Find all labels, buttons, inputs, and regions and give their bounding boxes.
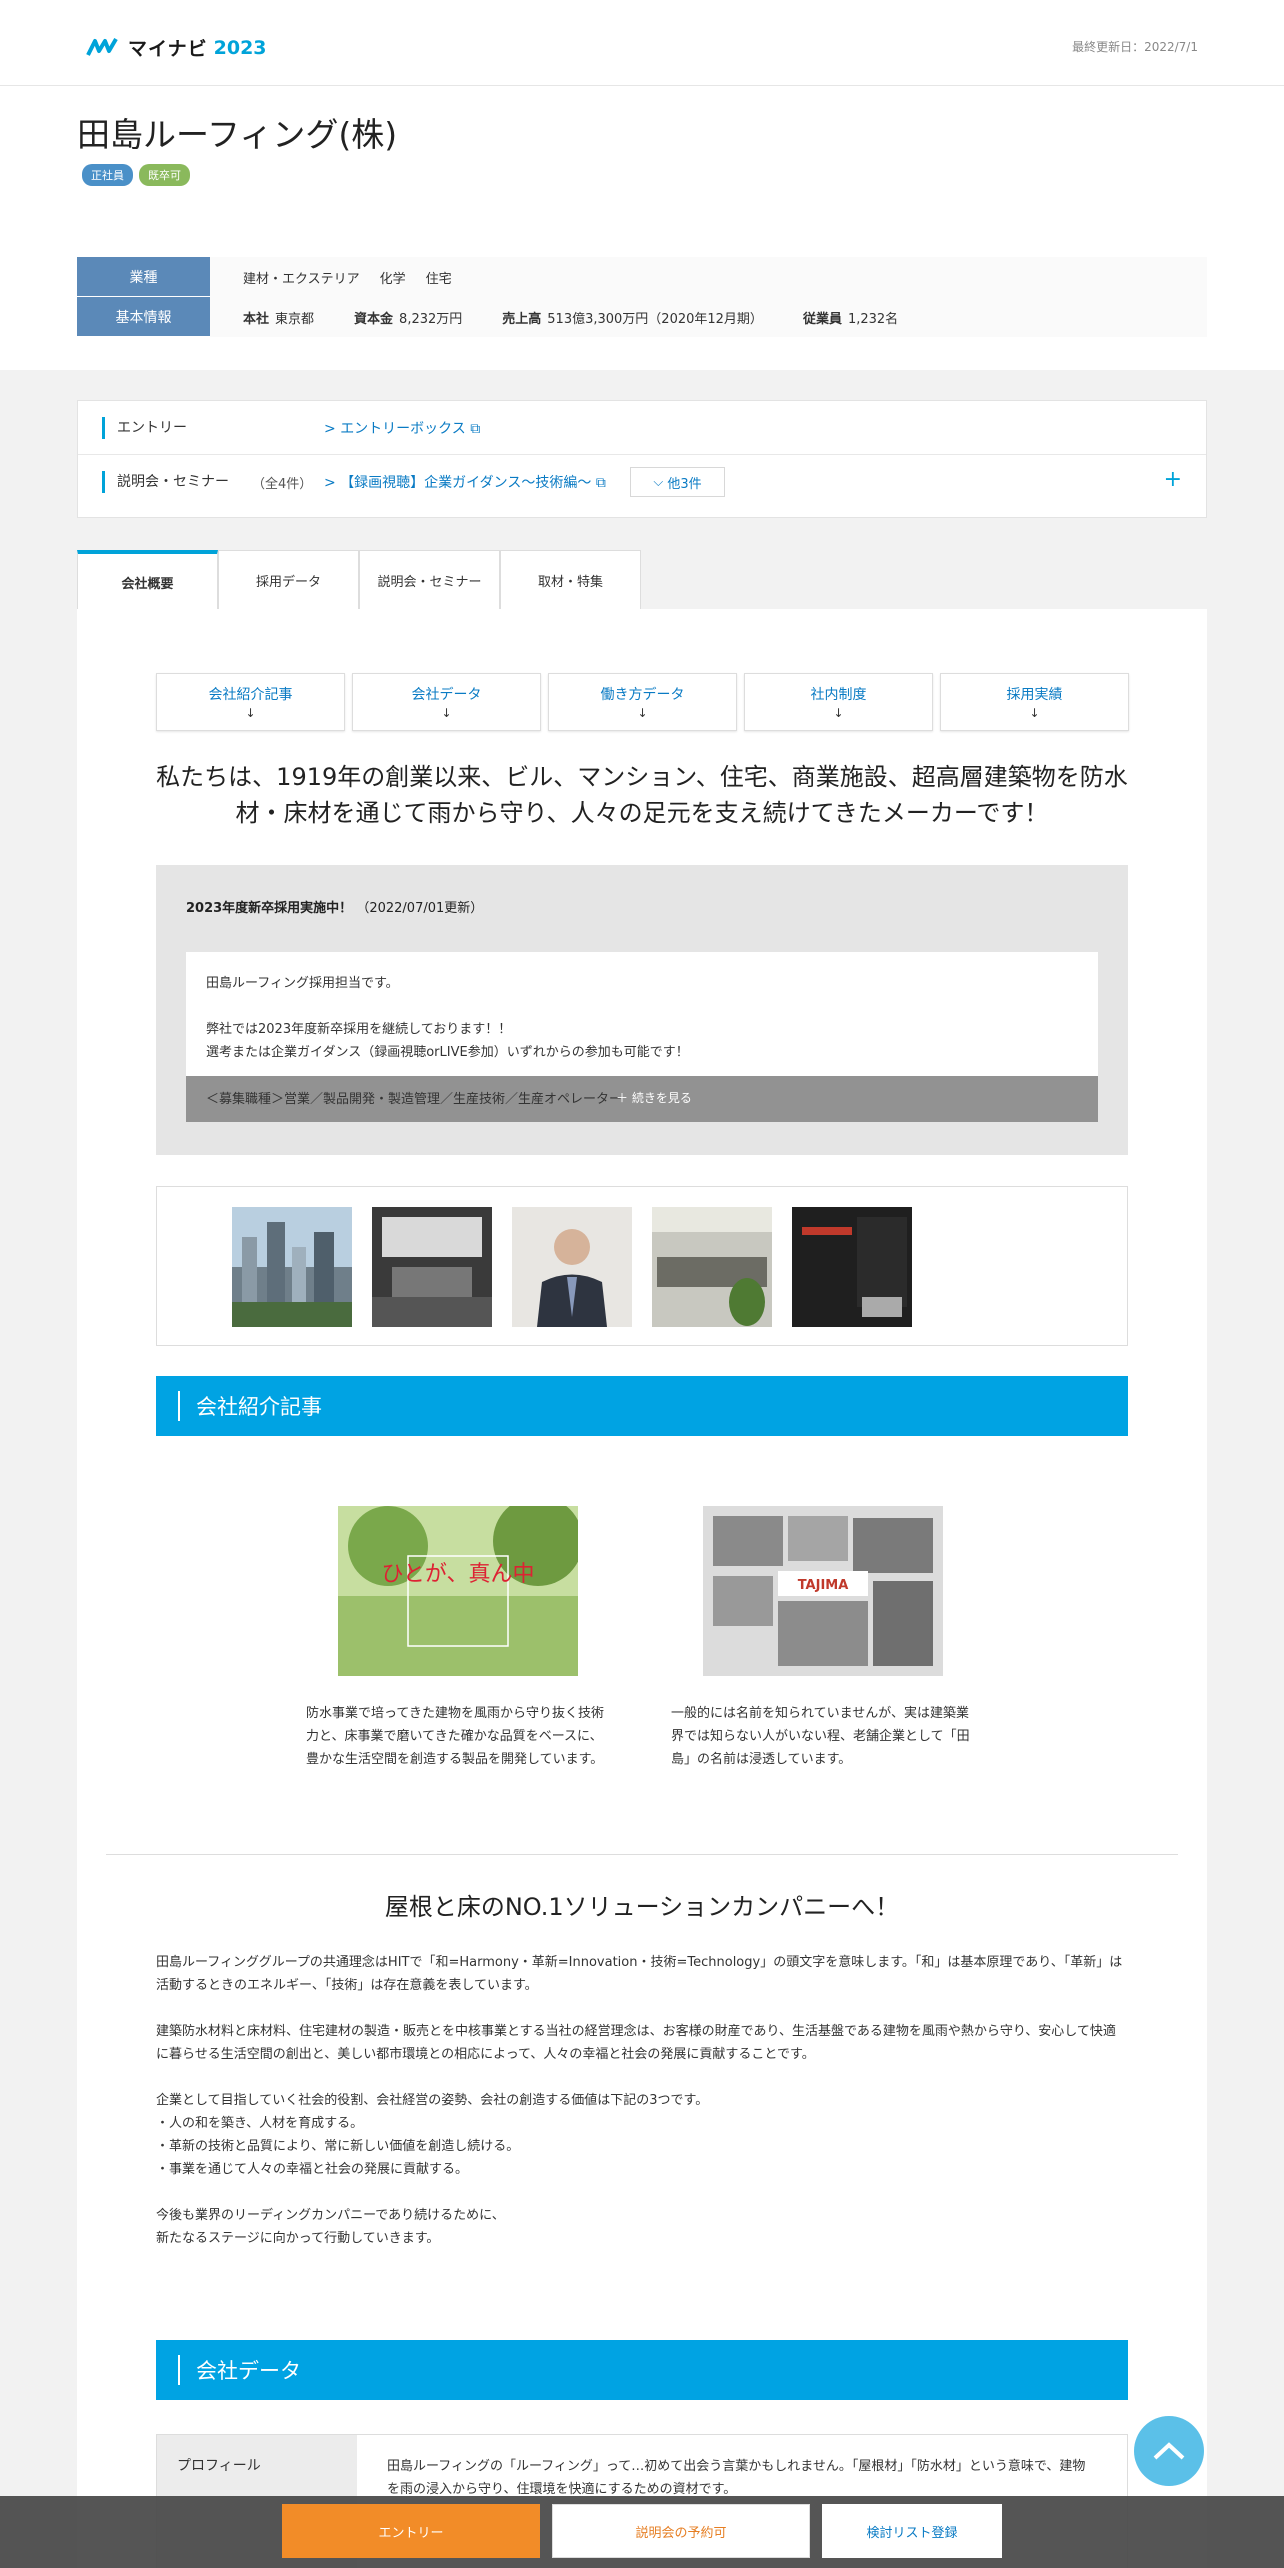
photo-gallery	[156, 1186, 1128, 1346]
logo-text: マイナビ	[128, 38, 208, 60]
company-info-table: 業種 建材・エクステリア 化学 住宅 基本情報 本社 東京都 資本金 8,232万円…	[77, 257, 1207, 337]
tab-seminars[interactable]: 説明会・セミナー	[359, 550, 500, 610]
seminar-link[interactable]: > 【録画視聴】企業ガイダンス～技術編～ ⧉	[324, 472, 606, 492]
tajima-booth-photo[interactable]	[792, 1207, 912, 1327]
industry-value: 化学	[379, 271, 406, 287]
entry-button[interactable]: エントリー	[282, 2504, 540, 2558]
tab-recruitment-data[interactable]: 採用データ	[218, 550, 359, 610]
employees-info: 従業員 1,232名	[802, 311, 899, 327]
article-text-1: 防水事業で培ってきた建物を風雨から守り抜く技術力と、床事業で磨いてきた確かな品質…	[306, 1706, 604, 1767]
intro-article-2[interactable]: TAJIMA 一般的には名前を知られていませんが、実は建築業界では知らない人がい…	[671, 1506, 971, 1771]
tab-overview[interactable]: 会社概要	[77, 550, 218, 610]
other-seminars-button[interactable]: ⌵ 他3件	[630, 467, 725, 497]
article-image-2: TAJIMA	[703, 1506, 943, 1676]
read-more-button[interactable]: ＋ 続きを見る	[616, 1089, 692, 1106]
news-box: 2023年度新卒採用実施中！ （2022/07/01更新） 田島ルーフィング採用…	[156, 865, 1128, 1155]
logo-year: 2023	[213, 36, 267, 59]
basic-info-label: 基本情報	[77, 297, 210, 337]
hq-info: 本社 東京都	[243, 311, 315, 327]
anchor-company-data[interactable]: 会社データ ↓	[352, 673, 541, 731]
mynavi-logo-icon	[86, 37, 118, 56]
seminar-row: 説明会・セミナー （全4件） > 【録画視聴】企業ガイダンス～技術編～ ⧉ ⌵ …	[78, 455, 1206, 509]
entry-row: エントリー > エントリーボックス ⧉	[78, 401, 1206, 455]
sales-info: 売上高 513億3,300万円（2020年12月期）	[502, 311, 763, 327]
body-paragraph: 建築防水材料と床材料、住宅建材の製造・販売とを中核事業とする当社の経営理念は、お…	[156, 2024, 1116, 2062]
industry-values: 建材・エクステリア 化学 住宅	[210, 257, 452, 297]
capital-info: 資本金 8,232万円	[354, 311, 463, 327]
company-tabs: 会社概要 採用データ 説明会・セミナー 取材・特集	[77, 550, 641, 610]
anchor-internal-systems[interactable]: 社内制度 ↓	[744, 673, 933, 731]
industry-row: 業種 建材・エクステリア 化学 住宅	[77, 257, 1207, 297]
mission-heading: 屋根と床のNO.1ソリューションカンパニーへ！	[384, 1893, 900, 1921]
body-paragraph: 田島ルーフィンググループの共通理念はHITで「和=Harmony・革新=Inno…	[156, 1955, 1123, 1993]
scroll-to-top-button[interactable]	[1134, 2416, 1204, 2486]
anchor-hiring-record[interactable]: 採用実績 ↓	[940, 673, 1129, 731]
industry-label: 業種	[77, 257, 210, 297]
mynavi-logo[interactable]: マイナビ 2023	[86, 34, 267, 61]
basic-info-values: 本社 東京都 資本金 8,232万円 売上高 513億3,300万円（2020年12月…	[210, 297, 898, 337]
site-header: マイナビ 2023 最終更新日：2022/7/1	[0, 0, 1284, 86]
main-content: 会社紹介記事 ↓ 会社データ ↓ 働き方データ ↓ 社内制度 ↓ 採用実績 ↓ 私たちは、…	[77, 609, 1207, 2568]
industry-value: 建材・エクステリア	[243, 271, 360, 287]
seminar-reserve-button[interactable]: 説明会の予約可	[552, 2504, 810, 2558]
entry-box: エントリー > エントリーボックス ⧉ 説明会・セミナー （全4件） > 【録画…	[77, 400, 1207, 518]
catch-copy: 私たちは、1919年の創業以来、ビル、マンション、住宅、商業施設、超高層建築物を…	[156, 763, 1128, 827]
body-paragraph: 企業として目指していく社会的役割、会社経営の姿勢、会社の創造する価値は下記の3つ…	[156, 2093, 709, 2177]
external-link-icon: ⧉	[595, 475, 606, 491]
article-text-2: 一般的には名前を知られていませんが、実は建築業界では知らない人がいない程、老舗企…	[671, 1706, 970, 1767]
company-header: 田島ルーフィング(株) 正社員 既卒可 業種 建材・エクステリア 化学 住宅 基…	[0, 86, 1284, 370]
bottom-action-bar: エントリー 説明会の予約可 検討リスト登録	[0, 2496, 1284, 2568]
body-paragraph: 今後も業界のリーディングカンパニーであり続けるために、 新たなるステージに向かっ…	[156, 2208, 505, 2246]
city-skyline-photo[interactable]	[232, 1207, 352, 1327]
intro-article-1[interactable]: ひとが、真ん中 防水事業で培ってきた建物を風雨から守り抜く技術力と、床事業で磨い…	[306, 1496, 606, 1771]
chevron-up-icon	[1153, 2442, 1185, 2460]
add-to-list-button[interactable]: 検討リスト登録	[822, 2504, 1002, 2558]
svg-text:ひとが、真ん中: ひとが、真ん中	[382, 1562, 535, 1587]
office-photo[interactable]	[652, 1207, 772, 1327]
section-intro-articles: 会社紹介記事	[156, 1376, 1128, 1436]
article-image-1: ひとが、真ん中	[338, 1496, 583, 1676]
section-company-data: 会社データ	[156, 2340, 1128, 2400]
chevron-down-icon: ⌵	[653, 474, 668, 490]
tag-fulltime: 正社員	[82, 164, 133, 186]
entry-box-link[interactable]: > エントリーボックス ⧉	[324, 418, 480, 438]
section-divider	[106, 1854, 1178, 1855]
seminar-count: （全4件）	[252, 476, 313, 492]
last-updated: 最終更新日：2022/7/1	[1072, 40, 1198, 54]
anchor-intro-articles[interactable]: 会社紹介記事 ↓	[156, 673, 345, 731]
company-name: 田島ルーフィング(株)	[77, 115, 398, 154]
showroom-photo[interactable]	[372, 1207, 492, 1327]
external-link-icon: ⧉	[470, 420, 481, 437]
seminar-label: 説明会・セミナー	[102, 471, 229, 493]
anchor-links: 会社紹介記事 ↓ 会社データ ↓ 働き方データ ↓ 社内制度 ↓ 採用実績 ↓	[156, 673, 1129, 731]
news-header: 2023年度新卒採用実施中！ （2022/07/01更新）	[186, 901, 484, 916]
company-philosophy-text: 田島ルーフィンググループの共通理念はHITで「和=Harmony・革新=Inno…	[156, 1951, 1128, 2250]
basic-info-row: 基本情報 本社 東京都 資本金 8,232万円 売上高 513億3,300万円（202…	[77, 297, 1207, 337]
employment-tags: 正社員 既卒可	[82, 164, 190, 186]
expand-plus-icon[interactable]: +	[1164, 467, 1182, 492]
anchor-work-style[interactable]: 働き方データ ↓	[548, 673, 737, 731]
tab-features[interactable]: 取材・特集	[500, 550, 641, 610]
tag-graduate-ok: 既卒可	[139, 164, 190, 186]
svg-text:TAJIMA: TAJIMA	[798, 1578, 849, 1593]
entry-label: エントリー	[102, 416, 187, 439]
industry-value: 住宅	[425, 271, 452, 287]
employee-photo[interactable]	[512, 1207, 632, 1327]
